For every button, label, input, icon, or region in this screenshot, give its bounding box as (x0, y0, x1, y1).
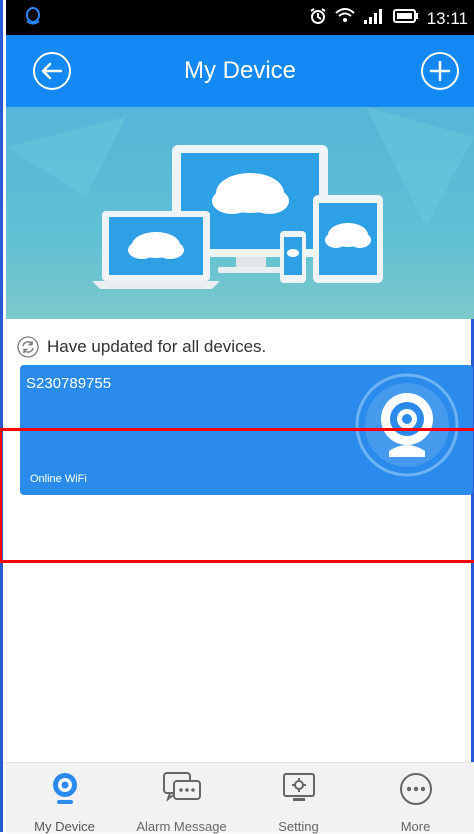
tab-alarm-message[interactable]: Alarm Message (123, 763, 240, 834)
bottom-tab-bar: My Device Alarm Message Setting More (6, 762, 474, 834)
clock-time: 13:11 (426, 8, 468, 28)
highlight-box (0, 428, 474, 563)
status-icons: 13:11 (309, 7, 468, 30)
plus-icon (429, 60, 451, 82)
refresh-icon[interactable] (17, 336, 39, 358)
more-dots-icon (399, 773, 432, 805)
app-header: My Device (6, 35, 474, 107)
webcam-tab-icon (52, 773, 77, 804)
add-device-button[interactable] (421, 52, 459, 90)
tab-my-device[interactable]: My Device (6, 763, 123, 834)
device-id: S230789755 (26, 375, 112, 392)
alarm-icon (309, 7, 327, 30)
qq-notification-icon (24, 6, 42, 31)
devices-banner (6, 107, 474, 319)
page-title: My Device (183, 57, 297, 84)
update-message: Have updated for all devices. (47, 337, 267, 356)
update-status: Have updated for all devices. (17, 336, 266, 358)
settings-monitor-icon (282, 773, 315, 801)
wifi-icon (335, 8, 355, 29)
app-window: 13:11 My Device Have updated for all dev… (0, 0, 474, 834)
tab-setting[interactable]: Setting (240, 763, 357, 834)
battery-icon (392, 8, 419, 29)
cloud-devices-illustration (6, 107, 474, 289)
tab-more[interactable]: More (357, 763, 474, 834)
status-bar: 13:11 (6, 0, 474, 35)
signal-icon (363, 8, 385, 29)
chat-bubble-icon (162, 772, 201, 802)
